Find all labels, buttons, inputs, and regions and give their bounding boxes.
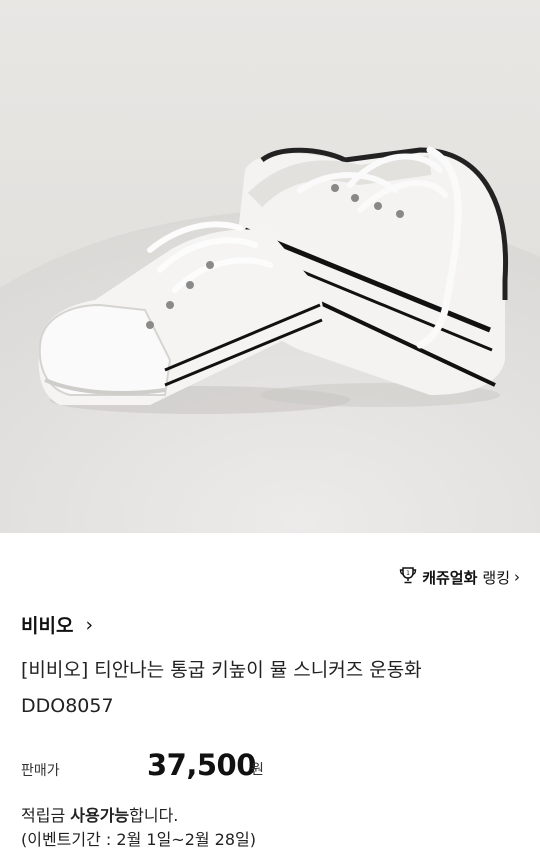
event-period: (이벤트기간 : 2월 1일~2월 28일) [21, 830, 257, 849]
points-notice: 적립금 사용가능합니다. (이벤트기간 : 2월 1일~2월 28일) [21, 804, 256, 852]
ranking-link[interactable]: 1 캐쥬얼화 랭킹 › [398, 565, 520, 589]
product-title: [비비오] 티안나는 통굽 키높이 뮬 스니커즈 운동화 DDO8057 [21, 652, 521, 724]
price-row: 판매가 37,500 원 [21, 744, 521, 784]
points-emphasis: 사용가능 [70, 806, 130, 825]
product-image[interactable] [0, 0, 540, 533]
chevron-right-icon: › [85, 613, 94, 636]
brand-link[interactable]: 비비오 › [21, 611, 93, 638]
price-unit: 원 [251, 762, 264, 778]
chevron-right-icon: › [514, 568, 520, 586]
price-value: 37,500 [147, 748, 256, 782]
points-line: 적립금 사용가능합니다. [21, 804, 256, 828]
product-info: 1 캐쥬얼화 랭킹 › 비비오 › [비비오] 티안나는 통굽 키높이 뮬 스니… [0, 533, 540, 861]
brand-name: 비비오 [21, 615, 74, 637]
points-suffix: 합니다. [129, 806, 179, 825]
svg-text:1: 1 [406, 570, 410, 577]
ranking-category: 캐쥬얼화 [422, 568, 478, 587]
points-prefix: 적립금 [21, 806, 71, 825]
product-title-line2: DDO8057 [21, 695, 114, 717]
trophy-icon: 1 [398, 565, 418, 589]
product-title-line1: [비비오] 티안나는 통굽 키높이 뮬 스니커즈 운동화 [21, 659, 422, 681]
ranking-label: 랭킹 [482, 568, 510, 587]
price-label: 판매가 [21, 763, 60, 779]
sneakers-illustration [0, 146, 540, 533]
